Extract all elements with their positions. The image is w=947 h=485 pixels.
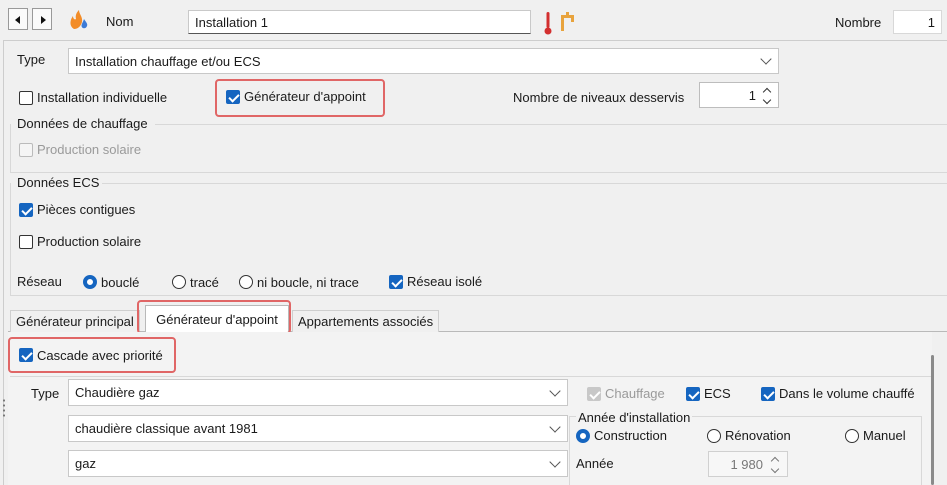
tab-main-generator-label: Générateur principal (16, 314, 134, 329)
chevron-down-icon (549, 384, 561, 397)
type-label: Type (17, 52, 46, 67)
network-loop-radio[interactable] (83, 275, 97, 289)
chevron-down-icon (549, 455, 561, 468)
installation-type-select[interactable]: Installation chauffage et/ou ECS (68, 48, 779, 74)
network-label: Réseau (17, 274, 62, 289)
install-year-group-title: Année d'installation (576, 410, 693, 426)
spin-down-icon (762, 95, 772, 105)
splitter-grip-icon[interactable] (2, 398, 6, 418)
flame-drop-icon (68, 9, 90, 31)
tab-apartments-label: Appartements associés (298, 314, 434, 329)
network-loop-label: bouclé (101, 275, 140, 290)
network-none-label: ni boucle, ni trace (257, 275, 359, 290)
construction-radio[interactable] (576, 429, 590, 443)
tab-apartments[interactable]: Appartements associés (292, 310, 439, 332)
energy-value: gaz (75, 456, 96, 471)
generator-type-value: Chaudière gaz (75, 385, 160, 400)
spin-down-icon (770, 464, 780, 474)
name-input[interactable]: Installation 1 (188, 10, 531, 34)
heating-solar-label: Production solaire (37, 142, 142, 157)
faucet-icon (558, 11, 578, 33)
year-label: Année (576, 456, 614, 471)
arrow-left-icon (15, 16, 20, 24)
generator-subtype-select[interactable]: chaudière classique avant 1981 (68, 415, 568, 442)
chevron-down-icon (760, 53, 772, 65)
backup-generator-checkbox[interactable] (226, 90, 240, 104)
network-none-radio[interactable] (239, 275, 253, 289)
generator-type-select[interactable]: Chaudière gaz (68, 379, 568, 406)
contiguous-label: Pièces contigues (37, 202, 136, 217)
construction-label: Construction (594, 428, 667, 443)
count-input[interactable]: 1 (893, 10, 942, 34)
renovation-radio[interactable] (707, 429, 721, 443)
ecs-section-title: Données ECS (17, 175, 100, 190)
levels-spinner[interactable]: 1 (699, 82, 779, 108)
count-label: Nombre (835, 15, 882, 30)
year-value: 1 980 (730, 456, 763, 472)
backup-generator-label: Générateur d'appoint (244, 89, 366, 104)
tab-main-generator[interactable]: Générateur principal (10, 310, 140, 332)
manual-label: Manuel (863, 428, 906, 443)
cascade-checkbox[interactable] (19, 348, 33, 362)
manual-radio[interactable] (845, 429, 859, 443)
individual-label: Installation individuelle (37, 90, 168, 105)
ecs-solar-label: Production solaire (37, 234, 142, 249)
backup-tab-highlight (137, 300, 291, 334)
year-spinner[interactable]: 1 980 (708, 451, 788, 477)
energy-select[interactable]: gaz (68, 450, 568, 477)
levels-label: Nombre de niveaux desservis (513, 90, 685, 105)
arrow-right-icon (41, 16, 46, 24)
cascade-label: Cascade avec priorité (37, 348, 163, 363)
ecs-solar-checkbox[interactable] (19, 235, 33, 249)
chevron-down-icon (549, 420, 561, 433)
name-label: Nom (106, 14, 134, 29)
heated-volume-label: Dans le volume chauffé (779, 386, 915, 401)
ecs-usage-checkbox[interactable] (686, 387, 700, 401)
generator-subtype-value: chaudière classique avant 1981 (75, 421, 258, 436)
panel-scrollbar[interactable] (931, 355, 934, 485)
ecs-usage-label: ECS (704, 386, 731, 401)
heating-section-title: Données de chauffage (17, 116, 148, 131)
nav-next-button[interactable] (32, 8, 52, 30)
heating-solar-checkbox[interactable] (19, 143, 33, 157)
isolated-network-label: Réseau isolé (407, 274, 483, 289)
heated-volume-checkbox[interactable] (761, 387, 775, 401)
isolated-network-checkbox[interactable] (389, 275, 403, 289)
generator-type-label: Type (31, 386, 60, 401)
thermometer-icon (542, 10, 554, 36)
heating-usage-checkbox[interactable] (587, 387, 601, 401)
network-traced-label: tracé (190, 275, 219, 290)
contiguous-checkbox[interactable] (19, 203, 33, 217)
individual-checkbox[interactable] (19, 91, 33, 105)
heating-usage-label: Chauffage (605, 386, 665, 401)
nav-prev-button[interactable] (8, 8, 28, 30)
renovation-label: Rénovation (725, 428, 791, 443)
levels-value: 1 (748, 87, 756, 103)
network-traced-radio[interactable] (172, 275, 186, 289)
installation-type-value: Installation chauffage et/ou ECS (75, 53, 261, 69)
